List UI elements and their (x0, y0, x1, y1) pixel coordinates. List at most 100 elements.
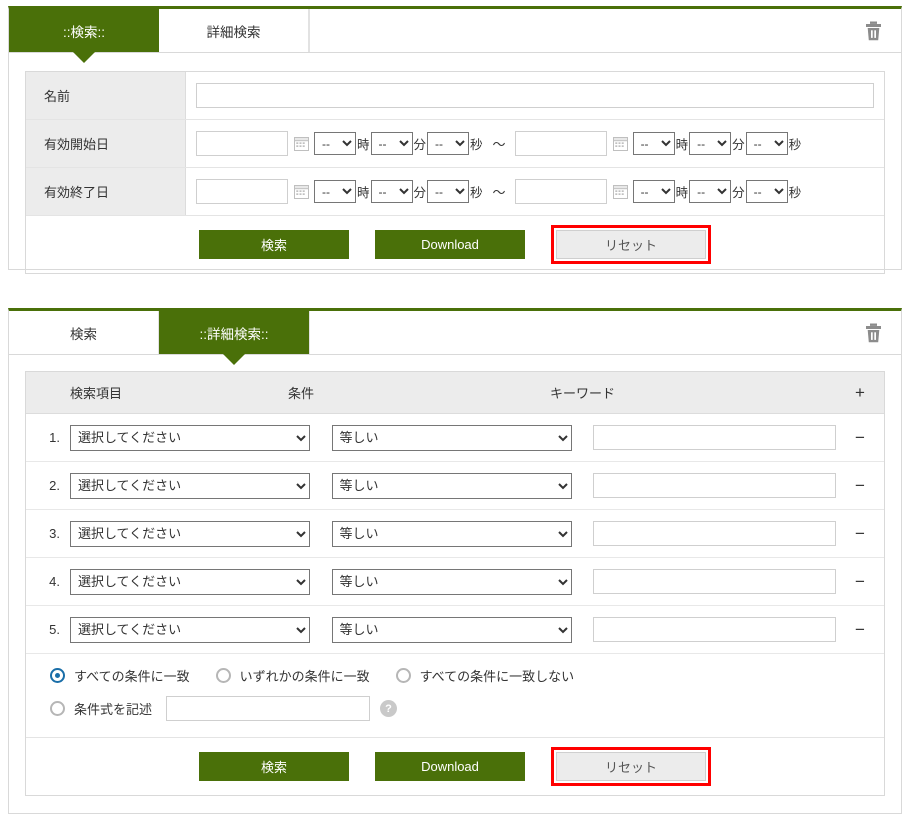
calendar-icon[interactable] (612, 184, 628, 199)
condition-select[interactable]: 等しい (331, 520, 572, 547)
label-name: 名前 (26, 72, 186, 119)
end-from-second-select[interactable]: -- (427, 180, 470, 203)
table-row: 1. 選択してください 等しい − (26, 414, 884, 462)
form-row-start-date: 有効開始日 -- 時 -- 分 -- 秒 ～ -- 時 -- 分 -- 秒 (26, 120, 884, 168)
unit-hour: 時 (357, 138, 370, 152)
match-mode-line: すべての条件に一致 いずれかの条件に一致 すべての条件に一致しない (50, 666, 884, 685)
advanced-tab-bar: 検索 ::詳細検索:: (9, 311, 901, 365)
search-button[interactable]: 検索 (199, 230, 349, 259)
search-item-select[interactable]: 選択してください (69, 472, 310, 499)
row-number: 1. (49, 430, 60, 445)
help-icon[interactable]: ? (380, 700, 398, 717)
radio-match-none[interactable]: すべての条件に一致しない (395, 666, 574, 685)
row-condition-cell: 等しい (331, 616, 594, 643)
field-end-date: -- 時 -- 分 -- 秒 ～ -- 時 -- 分 -- 秒 (186, 168, 884, 215)
condition-select[interactable]: 等しい (331, 424, 572, 451)
reset-button-highlight: リセット (551, 747, 711, 786)
row-keyword-cell (593, 425, 837, 450)
tab-filler (309, 311, 845, 354)
trash-icon[interactable] (845, 9, 901, 52)
add-row-button[interactable]: + (836, 384, 884, 401)
keyword-input[interactable] (593, 569, 837, 594)
tab-label: 検索 (70, 326, 97, 342)
unit-minute: 分 (413, 138, 427, 152)
search-item-select[interactable]: 選択してください (69, 520, 310, 547)
tab-basic-search[interactable]: ::検索:: (9, 9, 159, 63)
start-from-second-select[interactable]: -- (427, 132, 470, 155)
keyword-input[interactable] (593, 521, 837, 546)
download-button[interactable]: Download (375, 230, 525, 259)
expression-line: 条件式を記述 ? (50, 696, 884, 721)
remove-row-button[interactable]: − (836, 573, 884, 590)
search-item-select[interactable]: 選択してください (69, 424, 310, 451)
unit-second: 秒 (788, 186, 802, 200)
reset-button[interactable]: リセット (556, 752, 706, 781)
start-date-from-input[interactable] (196, 131, 288, 156)
radio-indicator (50, 668, 65, 683)
condition-select[interactable]: 等しい (331, 568, 572, 595)
basic-tab-bar: ::検索:: 詳細検索 (9, 9, 901, 63)
download-button[interactable]: Download (375, 752, 525, 781)
row-number: 3. (49, 526, 60, 541)
basic-search-form: 名前 有効開始日 -- 時 -- 分 -- 秒 ～ -- 時 -- 分 -- 秒… (25, 71, 885, 274)
start-to-minute-select[interactable]: -- (689, 132, 732, 155)
row-condition-cell: 等しい (331, 472, 594, 499)
start-to-second-select[interactable]: -- (745, 132, 788, 155)
end-to-second-select[interactable]: -- (745, 180, 788, 203)
form-row-end-date: 有効終了日 -- 時 -- 分 -- 秒 ～ -- 時 -- 分 -- 秒 (26, 168, 884, 216)
table-row: 3. 選択してください 等しい − (26, 510, 884, 558)
condition-select[interactable]: 等しい (331, 616, 572, 643)
end-date-to-input[interactable] (514, 179, 607, 204)
name-input[interactable] (196, 83, 874, 108)
end-to-hour-select[interactable]: -- (632, 180, 675, 203)
calendar-icon[interactable] (612, 136, 628, 151)
search-item-select[interactable]: 選択してください (69, 616, 310, 643)
remove-row-button[interactable]: − (836, 477, 884, 494)
keyword-input[interactable] (593, 425, 837, 450)
range-separator: ～ (492, 185, 506, 200)
search-button[interactable]: 検索 (199, 752, 349, 781)
expression-input[interactable] (166, 696, 371, 721)
unit-minute: 分 (413, 186, 427, 200)
remove-row-button[interactable]: − (836, 429, 884, 446)
radio-expression[interactable]: 条件式を記述 (50, 699, 152, 718)
keyword-input[interactable] (593, 473, 837, 498)
reset-button[interactable]: リセット (556, 230, 706, 259)
row-item-cell: 選択してください (69, 616, 332, 643)
radio-match-all[interactable]: すべての条件に一致 (50, 666, 190, 685)
table-row: 2. 選択してください 等しい − (26, 462, 884, 510)
unit-second: 秒 (470, 138, 483, 152)
field-name (186, 72, 884, 119)
trash-icon[interactable] (845, 311, 901, 354)
end-date-from-input[interactable] (196, 179, 288, 204)
remove-row-button[interactable]: − (836, 525, 884, 542)
start-date-to-input[interactable] (514, 131, 607, 156)
start-to-hour-select[interactable]: -- (632, 132, 675, 155)
tab-basic-search[interactable]: 検索 (9, 311, 159, 354)
basic-action-row: 検索 Download リセット (26, 216, 884, 273)
keyword-input[interactable] (593, 617, 837, 642)
calendar-icon[interactable] (294, 136, 309, 151)
start-from-hour-select[interactable]: -- (314, 132, 356, 155)
unit-minute: 分 (732, 186, 745, 200)
tab-advanced-search[interactable]: 詳細検索 (159, 9, 309, 52)
tab-filler (309, 9, 845, 52)
end-to-minute-select[interactable]: -- (689, 180, 732, 203)
label-end-date: 有効終了日 (26, 168, 186, 215)
tab-advanced-search[interactable]: ::詳細検索:: (159, 311, 309, 365)
minus-icon: − (855, 428, 865, 447)
search-item-select[interactable]: 選択してください (69, 568, 310, 595)
label-start-date: 有効開始日 (26, 120, 186, 167)
end-from-minute-select[interactable]: -- (370, 180, 413, 203)
field-start-date: -- 時 -- 分 -- 秒 ～ -- 時 -- 分 -- 秒 (186, 120, 884, 167)
end-from-hour-select[interactable]: -- (314, 180, 356, 203)
remove-row-button[interactable]: − (836, 621, 884, 638)
tab-label: ::詳細検索:: (199, 326, 269, 342)
row-item-cell: 選択してください (69, 520, 332, 547)
radio-indicator (215, 668, 231, 683)
start-from-minute-select[interactable]: -- (370, 132, 413, 155)
radio-match-any[interactable]: いずれかの条件に一致 (215, 666, 370, 685)
basic-button-group: 検索 Download リセット (26, 216, 884, 273)
condition-select[interactable]: 等しい (331, 472, 572, 499)
calendar-icon[interactable] (294, 184, 309, 199)
